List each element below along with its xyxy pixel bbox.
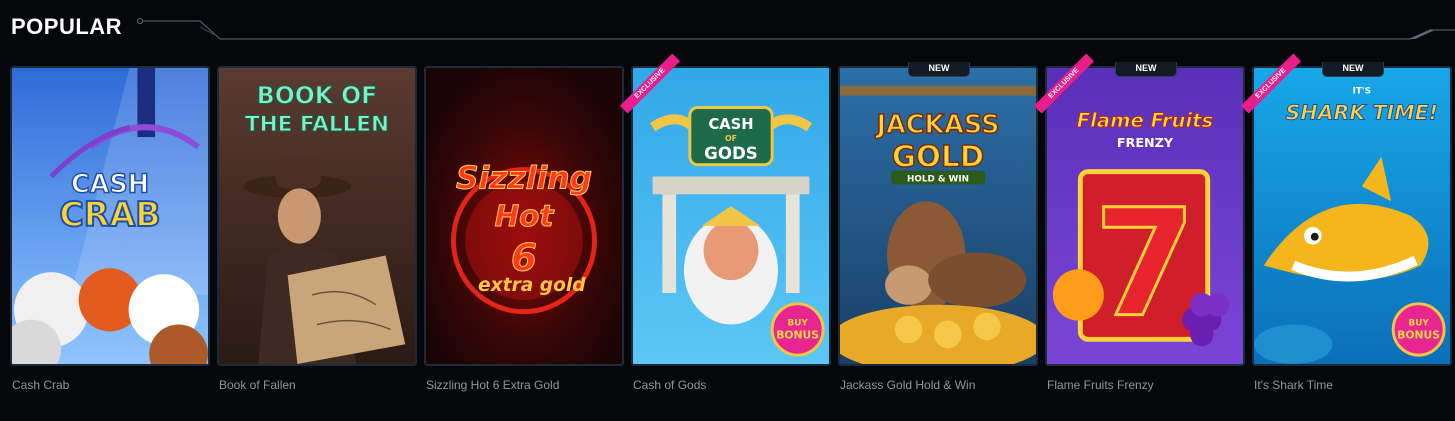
game-art-logo-line: IT'S (1353, 87, 1371, 97)
buy-bonus-badge: BONUS (1397, 328, 1440, 341)
jackass-gold-art: JACKASS GOLD HOLD & WIN (840, 68, 1036, 364)
game-thumbnail[interactable]: Sizzling Hot 6 extra gold (424, 66, 624, 366)
new-badge: NEW (1115, 62, 1177, 77)
section-title: POPULAR (11, 14, 123, 39)
game-art-logo-line: 6 (511, 235, 537, 279)
game-thumbnail[interactable]: BOOK OF THE FALLEN (217, 66, 417, 366)
game-art-logo-line: Flame Fruits (1077, 109, 1214, 132)
game-art-logo-line: OF (725, 134, 737, 143)
game-art-logo-line: Sizzling (456, 160, 592, 196)
game-thumbnail[interactable]: JACKASS GOLD HOLD & WIN (838, 66, 1038, 366)
book-of-fallen-art: BOOK OF THE FALLEN (219, 68, 415, 364)
game-thumbnail[interactable]: 7 Flame Fruits FRENZY (1045, 66, 1245, 366)
new-badge: NEW (1322, 62, 1384, 77)
game-title[interactable]: It's Shark Time (1254, 378, 1454, 392)
game-art-logo-line: GOLD (892, 140, 984, 174)
game-title[interactable]: Cash of Gods (633, 378, 833, 392)
games-carousel: CASH CRAB Cash Crab BOOK OF THE FALLEN B… (10, 53, 1452, 406)
game-art-logo-line: extra gold (478, 275, 586, 296)
buy-bonus-badge: BUY (788, 318, 809, 328)
game-title[interactable]: Cash Crab (12, 378, 212, 392)
its-shark-time-art: IT'S SHARK TIME! BUY BONUS (1254, 68, 1450, 364)
game-title[interactable]: Jackass Gold Hold & Win (840, 378, 1040, 392)
sizzling-hot-art: Sizzling Hot 6 extra gold (426, 68, 622, 364)
game-art-logo-line: HOLD & WIN (907, 174, 969, 184)
header-divider-decoration (137, 18, 1455, 40)
game-title[interactable]: Sizzling Hot 6 Extra Gold (426, 378, 626, 392)
game-title[interactable]: Book of Fallen (219, 378, 419, 392)
game-thumbnail[interactable]: CASH OF GODS BUY BONUS (631, 66, 831, 366)
game-art-logo-line: SHARK TIME! (1286, 100, 1438, 124)
buy-bonus-badge: BONUS (776, 328, 819, 341)
game-art-logo-line: 7 (1094, 177, 1196, 350)
game-art-logo-line: THE FALLEN (245, 112, 389, 137)
game-thumbnail[interactable]: CASH CRAB (10, 66, 210, 366)
game-title[interactable]: Flame Fruits Frenzy (1047, 378, 1247, 392)
buy-bonus-badge: BUY (1409, 318, 1430, 328)
game-art-logo-line: BOOK OF (257, 81, 377, 109)
cash-crab-art: CASH CRAB (12, 68, 208, 364)
game-art-logo-line: Hot (495, 199, 556, 233)
game-art-logo-line: CRAB (59, 195, 160, 234)
game-thumbnail[interactable]: IT'S SHARK TIME! BUY BONUS (1252, 66, 1452, 366)
game-art-logo-line: JACKASS (875, 110, 1000, 140)
flame-fruits-frenzy-art: 7 Flame Fruits FRENZY (1047, 68, 1243, 364)
game-art-logo-line: FRENZY (1117, 136, 1174, 151)
cash-of-gods-art: CASH OF GODS BUY BONUS (633, 68, 829, 364)
game-art-logo-line: GODS (704, 143, 758, 163)
game-art-logo-line: CASH (708, 116, 753, 133)
new-badge: NEW (908, 62, 970, 77)
